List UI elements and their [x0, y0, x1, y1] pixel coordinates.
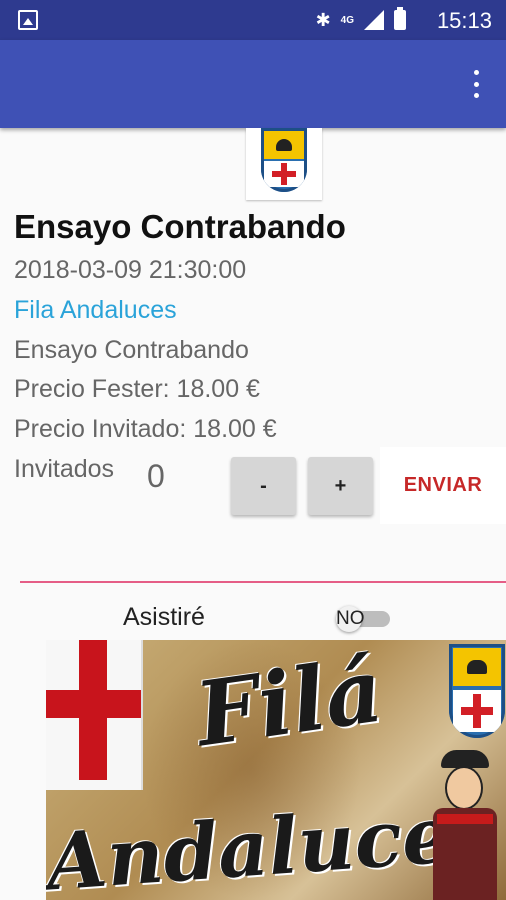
- invitados-label: Invitados: [14, 455, 115, 483]
- bluetooth-icon: ✱: [315, 9, 331, 30]
- network-type: 4G: [340, 14, 354, 26]
- cross-flag-icon: [46, 640, 143, 790]
- attendance-switch[interactable]: NO: [336, 606, 390, 632]
- crest-image: [246, 128, 322, 200]
- bandit-figure-icon: [423, 750, 506, 900]
- switch-text: NO: [336, 608, 365, 629]
- increment-button[interactable]: +: [308, 457, 373, 515]
- battery-icon: [394, 7, 406, 30]
- app-bar: [0, 40, 506, 128]
- price-invitado: Precio Invitado: 18.00 €: [14, 415, 277, 443]
- invitados-count: 0: [147, 458, 165, 494]
- signal-icon: [364, 10, 384, 30]
- status-bar: ✱ 4G 15:13: [0, 0, 506, 40]
- send-button[interactable]: ENVIAR: [380, 447, 506, 524]
- decrement-button[interactable]: -: [231, 457, 296, 515]
- event-datetime: 2018-03-09 21:30:00: [14, 256, 247, 284]
- fila-banner-image: Filá Andaluces: [46, 640, 506, 900]
- event-title: Ensayo Contrabando: [14, 208, 346, 245]
- image-icon: [18, 10, 38, 30]
- status-icons: ✱ 4G: [315, 7, 406, 32]
- attendance-label: Asistiré: [123, 603, 205, 631]
- price-fester: Precio Fester: 18.00 €: [14, 375, 260, 403]
- overflow-menu-icon[interactable]: [464, 68, 488, 100]
- status-time: 15:13: [436, 8, 492, 33]
- shield-icon: [261, 128, 307, 192]
- section-divider: [20, 581, 506, 583]
- event-description: Ensayo Contrabando: [14, 336, 249, 364]
- banner-crest-icon: [449, 644, 505, 740]
- event-fila-link[interactable]: Fila Andaluces: [14, 296, 177, 325]
